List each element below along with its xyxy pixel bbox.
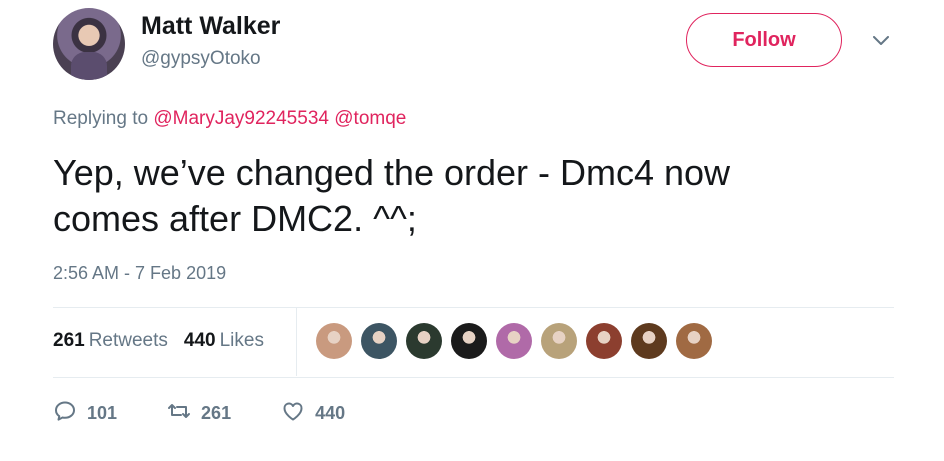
tweet-line: Yep, we’ve changed the order - Dmc4 now xyxy=(53,152,731,193)
chevron-down-icon[interactable] xyxy=(868,30,894,52)
liker-avatar[interactable] xyxy=(631,323,667,359)
liker-avatars xyxy=(316,323,712,359)
likes-count: 440 xyxy=(183,330,216,351)
mention-link[interactable]: @tomqe xyxy=(334,108,406,129)
mention-link[interactable]: @MaryJay92245534 xyxy=(153,108,329,129)
liker-avatar[interactable] xyxy=(316,323,352,359)
retweets-count: 261 xyxy=(53,330,85,351)
retweets-stat[interactable]: 261 Retweets xyxy=(53,330,168,352)
retweets-label: Retweets xyxy=(88,330,168,351)
reply-count: 101 xyxy=(87,402,118,423)
retweet-button[interactable]: 261 xyxy=(167,399,231,428)
replying-to-label: Replying to xyxy=(53,108,149,129)
reply-icon xyxy=(53,399,77,428)
likes-label: Likes xyxy=(219,330,264,351)
tweet-line: comes after DMC2. ^^; xyxy=(53,198,417,239)
liker-avatar[interactable] xyxy=(451,323,487,359)
like-count: 440 xyxy=(315,402,346,423)
liker-avatar[interactable] xyxy=(676,323,712,359)
tweet-text: Yep, we’ve changed the order - Dmc4 now … xyxy=(53,150,893,242)
liker-avatar[interactable] xyxy=(496,323,532,359)
divider xyxy=(53,307,894,308)
liker-avatar[interactable] xyxy=(361,323,397,359)
heart-icon xyxy=(281,399,305,428)
user-name[interactable]: Matt Walker xyxy=(141,12,280,41)
retweet-icon xyxy=(167,399,191,428)
timestamp[interactable]: 2:56 AM - 7 Feb 2019 xyxy=(53,263,226,284)
replying-to: Replying to @MaryJay92245534 @tomqe xyxy=(53,108,406,130)
liker-avatar[interactable] xyxy=(541,323,577,359)
likes-stat[interactable]: 440 Likes xyxy=(184,330,264,352)
like-button[interactable]: 440 xyxy=(281,399,345,428)
liker-avatar[interactable] xyxy=(406,323,442,359)
liker-avatar[interactable] xyxy=(586,323,622,359)
retweet-count: 261 xyxy=(201,402,232,423)
avatar[interactable] xyxy=(53,8,125,80)
user-handle[interactable]: @gypsyOtoko xyxy=(141,48,261,70)
follow-button[interactable]: Follow xyxy=(686,13,842,67)
reply-button[interactable]: 101 xyxy=(53,399,117,428)
engagement-stats: 261 Retweets 440 Likes xyxy=(53,330,264,352)
divider xyxy=(53,377,894,378)
action-bar: 101 261 440 xyxy=(53,398,395,428)
divider xyxy=(296,308,297,376)
